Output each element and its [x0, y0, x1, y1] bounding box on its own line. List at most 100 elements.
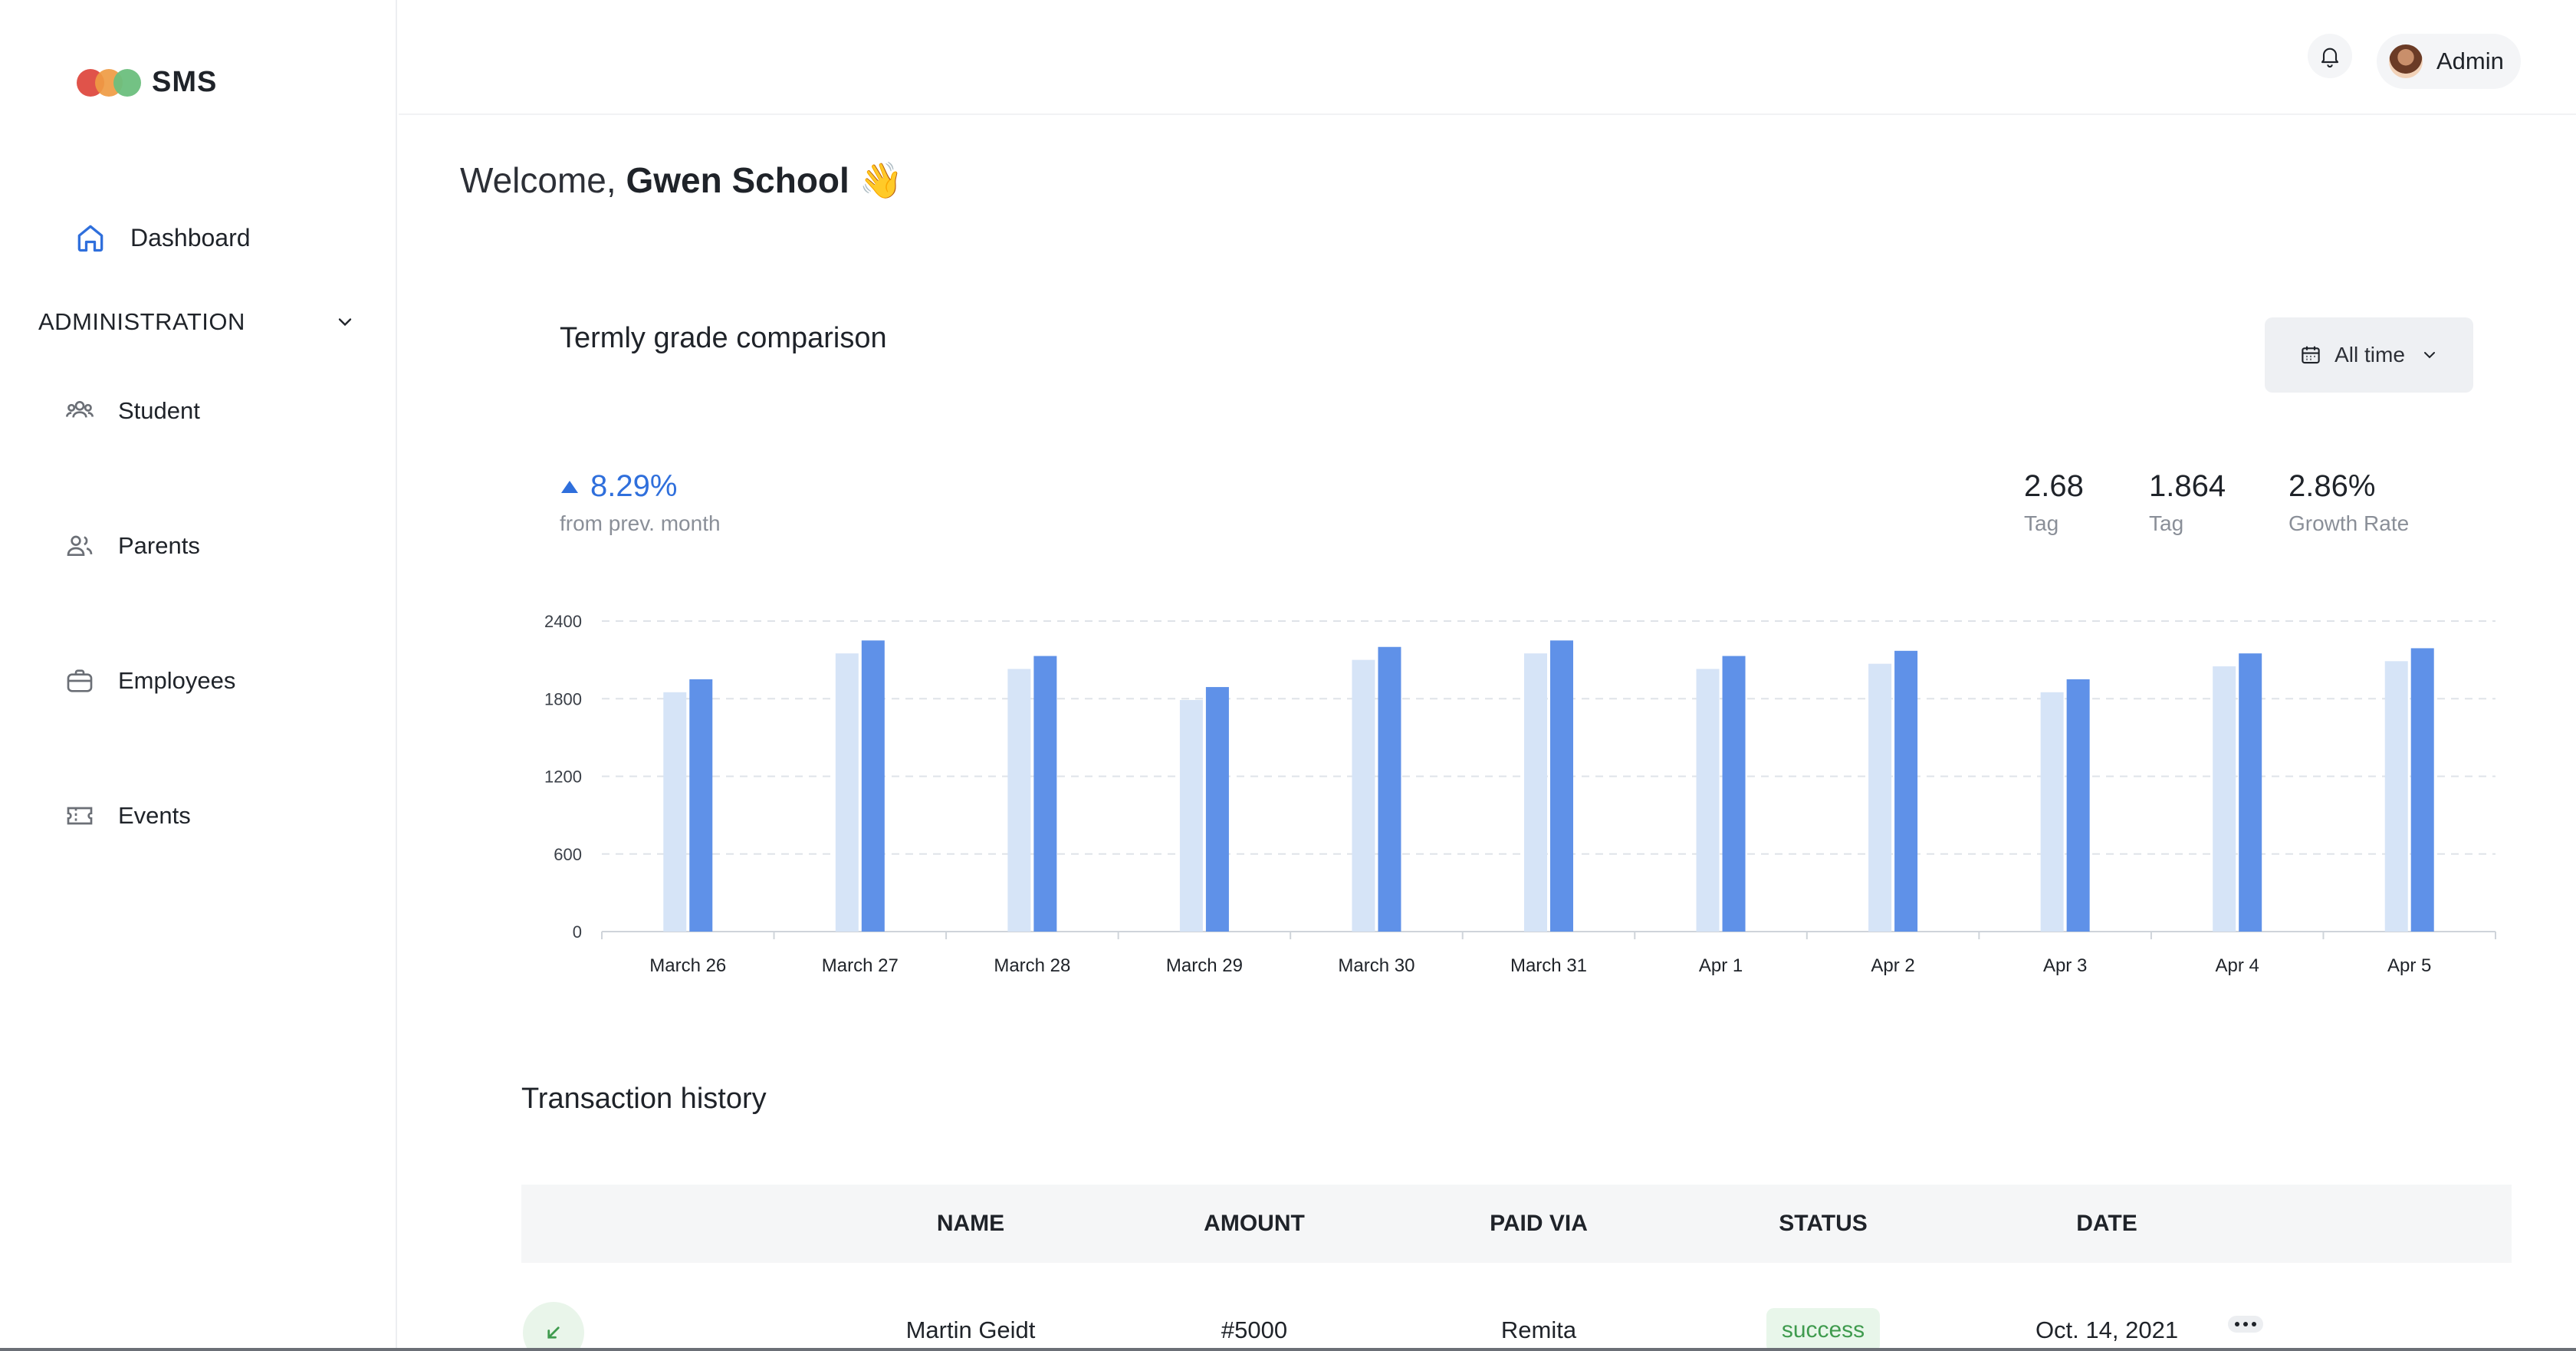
- bar: [689, 679, 713, 932]
- x-tick-label: March 27: [822, 955, 899, 976]
- x-tick-label: March 29: [1166, 955, 1243, 976]
- bar: [1033, 656, 1057, 932]
- bar: [1524, 653, 1547, 932]
- triangle-up-icon: [561, 480, 578, 493]
- x-tick-label: Apr 2: [1871, 955, 1914, 976]
- growth-value: 8.29%: [560, 469, 721, 504]
- bar: [1696, 669, 1720, 932]
- filter-label: All time: [2334, 343, 2405, 367]
- stat-tag-1: 2.68 Tag: [2024, 469, 2084, 536]
- stat-label: Tag: [2024, 511, 2059, 535]
- stat-value: 2.86%: [2288, 469, 2376, 503]
- section-label: ADMINISTRATION: [38, 308, 245, 335]
- user-name: Admin: [2436, 48, 2504, 74]
- column-header-name[interactable]: NAME: [871, 1185, 1070, 1263]
- sidebar-item-label: Events: [118, 802, 191, 829]
- bar: [1378, 646, 1401, 932]
- sidebar-item-employees[interactable]: Employees: [64, 666, 235, 696]
- logo-text: SMS: [152, 66, 218, 98]
- stat-value: 1.864: [2149, 469, 2226, 503]
- x-tick-label: March 28: [994, 955, 1070, 976]
- calendar-icon: [2302, 346, 2320, 364]
- bar: [1868, 663, 1892, 932]
- sidebar-item-label: Dashboard: [130, 223, 251, 251]
- sidebar-section-administration[interactable]: ADMINISTRATION: [38, 308, 360, 336]
- user-menu[interactable]: Admin: [2377, 34, 2521, 89]
- x-tick-label: March 26: [649, 955, 726, 976]
- cell-amount: #5000: [1221, 1316, 1288, 1343]
- chevron-down-icon: [2423, 352, 2435, 359]
- ticket-icon: [67, 807, 93, 825]
- cell-date: Oct. 14, 2021: [2035, 1316, 2179, 1343]
- sidebar: SMS Dashboard ADMINISTRATION Student Par…: [0, 0, 397, 1351]
- sidebar-item-dashboard[interactable]: Dashboard: [74, 221, 251, 255]
- window-bottom-border: [0, 1348, 2576, 1351]
- sidebar-item-parents[interactable]: Parents: [64, 531, 200, 561]
- sidebar-item-student[interactable]: Student: [64, 396, 200, 426]
- bar: [1550, 640, 1573, 932]
- logo-mark: [77, 68, 141, 97]
- x-tick-label: March 31: [1510, 955, 1587, 976]
- status-badge: success: [1766, 1308, 1881, 1351]
- bar: [835, 653, 859, 932]
- table-row[interactable]: Martin Geidt #5000 Remita success Oct. 1…: [521, 1296, 2512, 1351]
- stat-label: Growth Rate: [2288, 511, 2410, 535]
- x-tick-label: Apr 4: [2215, 955, 2259, 976]
- x-tick-label: Apr 5: [2387, 955, 2431, 976]
- app-root: SMS Dashboard ADMINISTRATION Student Par…: [0, 0, 2576, 1351]
- y-tick-label: 1200: [544, 768, 582, 787]
- column-header-paid-via[interactable]: PAID VIA: [1439, 1185, 1638, 1263]
- column-header-amount[interactable]: AMOUNT: [1155, 1185, 1354, 1263]
- cell-paid-via: Remita: [1500, 1316, 1577, 1343]
- bar: [861, 640, 885, 932]
- x-tick-label: Apr 3: [2043, 955, 2087, 976]
- bar: [1007, 669, 1031, 932]
- bar: [1894, 650, 1918, 932]
- growth-indicator: 8.29% from prev. month: [560, 469, 721, 536]
- bar: [2239, 653, 2262, 932]
- incoming-arrow-icon: [523, 1302, 584, 1351]
- bar: [2410, 648, 2434, 932]
- x-tick-label: March 30: [1338, 955, 1414, 976]
- bar: [1179, 699, 1203, 932]
- y-tick-label: 1800: [544, 689, 582, 708]
- time-filter-dropdown[interactable]: All time: [2265, 317, 2473, 393]
- bar: [2040, 692, 2064, 932]
- wave-emoji: 👋: [859, 160, 903, 200]
- notifications-button[interactable]: [2308, 34, 2352, 78]
- x-tick-label: Apr 1: [1699, 955, 1743, 976]
- y-tick-label: 600: [554, 845, 582, 864]
- column-header-status[interactable]: STATUS: [1723, 1185, 1923, 1263]
- bar: [1205, 687, 1229, 932]
- stat-label: Tag: [2149, 511, 2184, 535]
- cell-name: Martin Geidt: [905, 1316, 1036, 1343]
- sidebar-item-label: Parents: [118, 532, 200, 559]
- more-options-button[interactable]: [2228, 1316, 2263, 1333]
- app-logo[interactable]: SMS: [77, 66, 217, 99]
- stat-value: 2.68: [2024, 469, 2084, 503]
- school-name: Gwen School: [626, 160, 849, 200]
- cell-status: success: [1723, 1296, 1923, 1351]
- welcome-prefix: Welcome,: [460, 160, 626, 200]
- column-header-date[interactable]: DATE: [2007, 1185, 2206, 1263]
- chart-svg: 0 600 1200 1800 2400 March 26 March 27 March 28…: [544, 612, 2496, 976]
- chart-title: Termly grade comparison: [560, 322, 887, 354]
- avatar: [2389, 44, 2423, 78]
- sidebar-item-events[interactable]: Events: [64, 800, 191, 831]
- users-icon: [66, 401, 94, 418]
- grade-bar-chart: 0 600 1200 1800 2400 March 26 March 27 March 28…: [521, 598, 2515, 997]
- bar: [2066, 679, 2090, 932]
- stat-growth-rate: 2.86% Growth Rate: [2288, 469, 2409, 536]
- page-title: Welcome, Gwen School 👋: [460, 159, 903, 202]
- sidebar-item-label: Employees: [118, 667, 236, 694]
- bar: [663, 692, 687, 932]
- chevron-down-icon: [338, 318, 352, 327]
- growth-caption: from prev. month: [560, 511, 721, 535]
- bar: [1722, 656, 1746, 932]
- y-tick-label: 0: [573, 922, 582, 942]
- stat-tag-2: 1.864 Tag: [2149, 469, 2226, 536]
- transactions-title: Transaction history: [521, 1083, 767, 1115]
- briefcase-icon: [67, 669, 93, 692]
- bar: [2384, 661, 2408, 932]
- table-header: NAME AMOUNT PAID VIA STATUS DATE: [521, 1185, 2512, 1263]
